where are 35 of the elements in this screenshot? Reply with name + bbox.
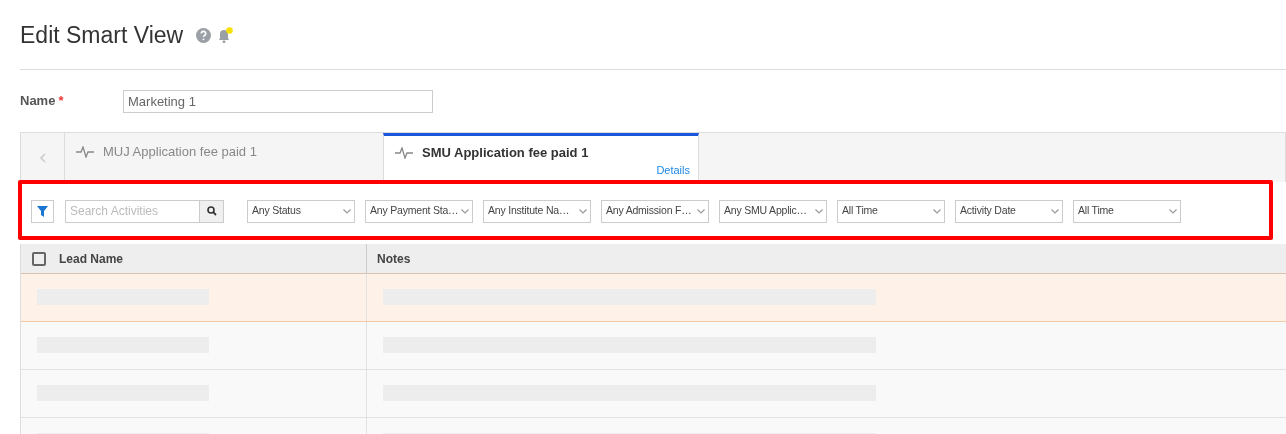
pulse-icon	[395, 146, 413, 159]
details-link[interactable]: Details	[656, 161, 690, 178]
required-mark: *	[58, 92, 64, 111]
chevron-down-icon	[697, 208, 705, 214]
field-label: Name	[20, 92, 56, 111]
page-title: Edit Smart View	[20, 24, 184, 47]
help-icon[interactable]	[196, 28, 212, 43]
column-header[interactable]: Lead Name	[59, 249, 124, 268]
chevron-down-icon	[933, 208, 941, 214]
filter-dropdown[interactable]: Any SMU Applic…	[719, 199, 827, 223]
filter-dropdown[interactable]: All Time	[837, 199, 945, 223]
pulse-icon	[76, 145, 94, 158]
search-icon	[206, 206, 217, 216]
filter-icon	[37, 205, 48, 217]
chevron-down-icon	[815, 208, 823, 214]
chevron-left-icon[interactable]	[39, 152, 46, 163]
filter-dropdown[interactable]: All Time	[1073, 199, 1181, 223]
name-input[interactable]: Marketing 1	[123, 89, 433, 113]
filter-dropdown[interactable]: Any Institute Na…	[483, 199, 591, 223]
select-all-checkbox[interactable]	[32, 251, 46, 266]
bell-icon[interactable]	[216, 26, 234, 45]
search-button[interactable]	[200, 199, 224, 223]
filter-dropdown[interactable]: Any Payment Sta…	[365, 199, 473, 223]
filter-dropdown[interactable]: Any Admission F…	[601, 199, 709, 223]
chevron-down-icon	[461, 208, 469, 214]
column-header[interactable]: Notes	[377, 249, 411, 268]
table-row[interactable]	[21, 274, 1286, 322]
filter-dropdown[interactable]: Any Status	[247, 199, 355, 223]
search-field[interactable]: Search Activities	[65, 199, 200, 223]
chevron-down-icon	[579, 208, 587, 214]
filter-dropdown[interactable]: Activity Date	[955, 199, 1063, 223]
filter-button[interactable]	[31, 199, 54, 223]
chevron-down-icon	[1051, 208, 1059, 214]
chevron-down-icon	[1169, 208, 1177, 214]
chevron-down-icon	[343, 208, 351, 214]
